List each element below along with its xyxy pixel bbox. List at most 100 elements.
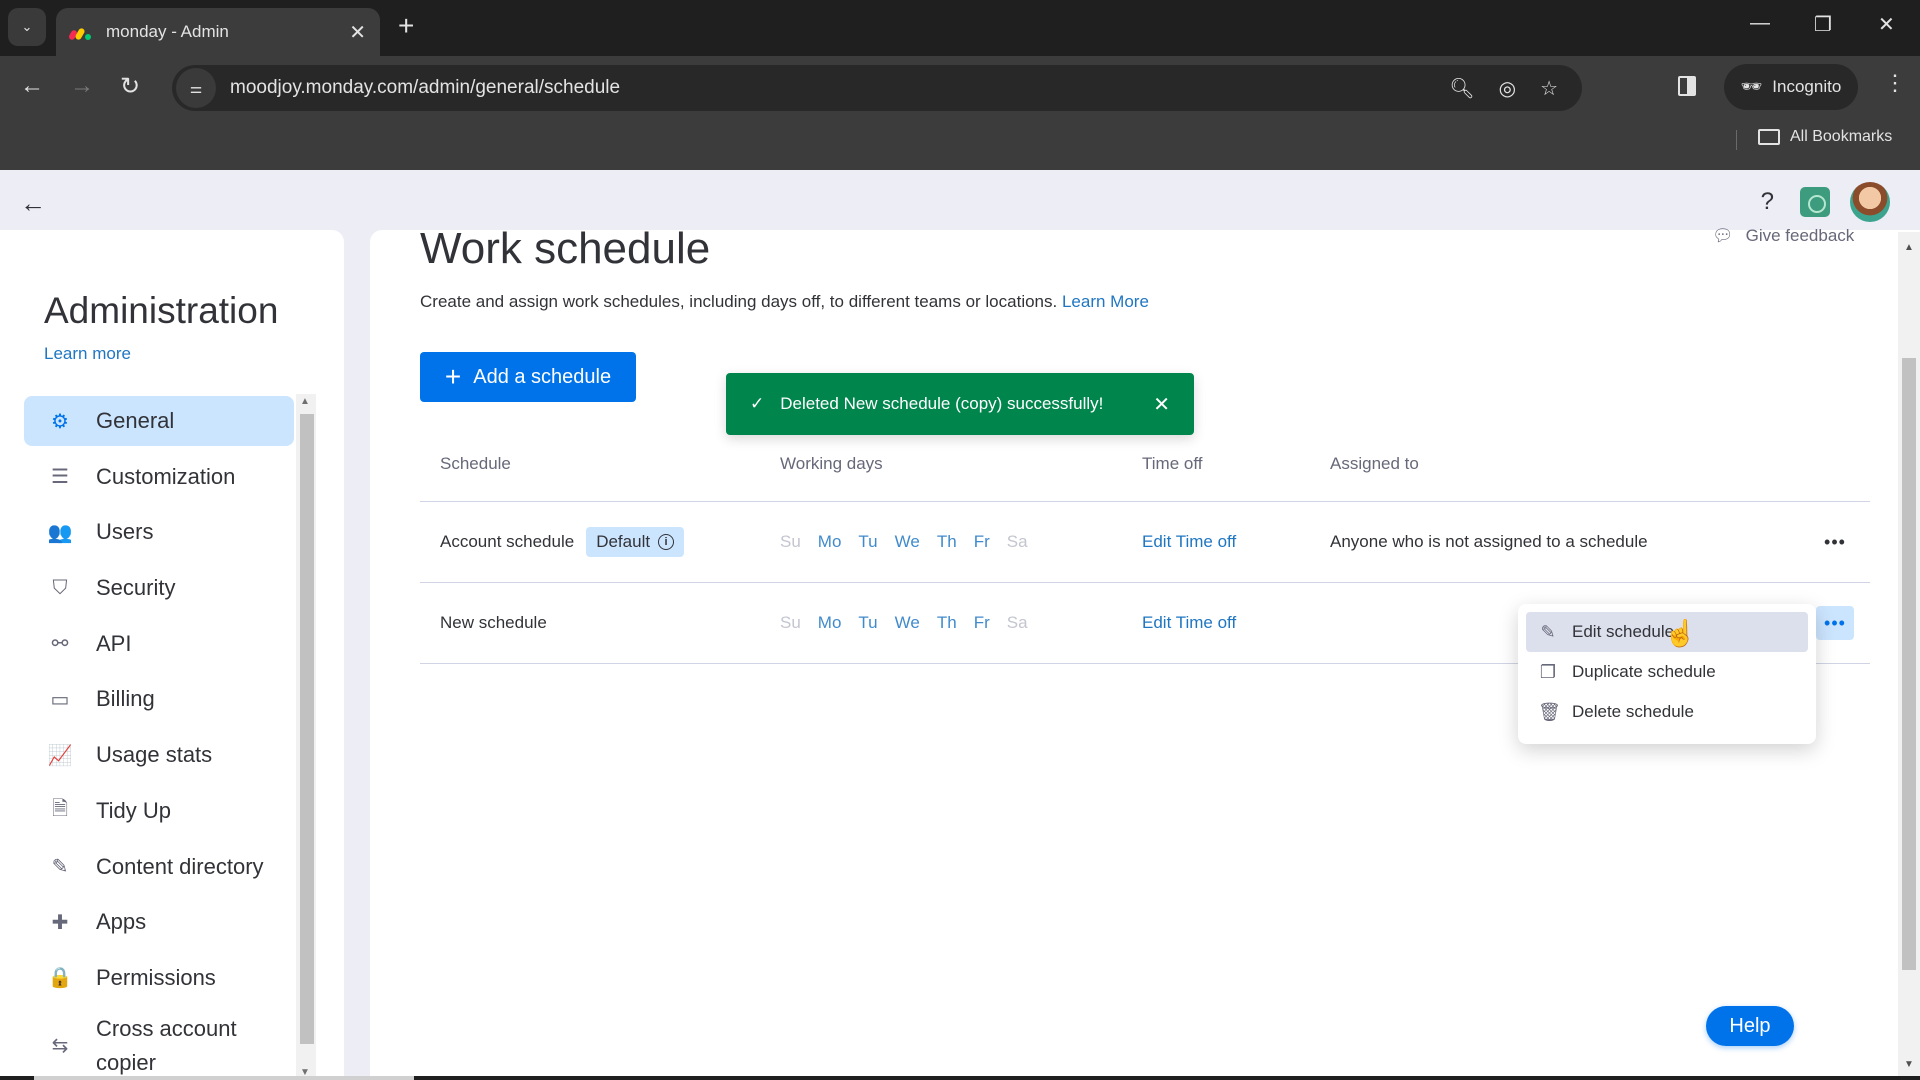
sidebar-scrollbar[interactable]: ▲ ▼ — [296, 394, 316, 1080]
browser-menu-icon[interactable]: ⋮ — [1884, 70, 1906, 96]
default-badge: Default i — [586, 527, 685, 557]
hand-cursor-icon: ☝ — [1664, 618, 1697, 648]
sidebar-scrollbar-thumb[interactable] — [300, 414, 314, 1044]
sidebar-item-security[interactable]: ⛉ Security — [24, 563, 294, 613]
sliders-icon: ☰ — [51, 466, 69, 489]
toast-close-icon[interactable]: ✕ — [1153, 392, 1170, 417]
sidebar-item-apps[interactable]: ✚ Apps — [24, 897, 294, 947]
help-icon[interactable]: ? — [1761, 188, 1774, 216]
sidebar-item-permissions[interactable]: 🔒 Permissions — [24, 953, 294, 1003]
sidebar-item-general[interactable]: ⚙ General — [24, 396, 294, 446]
help-button[interactable]: Help — [1706, 1006, 1794, 1046]
day-th: Th — [936, 613, 957, 632]
working-days: Su Mo Tu We Th Fr Sa — [774, 613, 1142, 633]
scroll-down-arrow-icon[interactable]: ▼ — [1904, 1059, 1914, 1070]
zoom-icon[interactable]: 🔍︎ — [1449, 76, 1474, 101]
menu-item-delete-schedule[interactable]: 🗑 Delete schedule — [1526, 692, 1808, 732]
schedule-name[interactable]: Account schedule — [440, 532, 574, 552]
sidebar-title: Administration — [44, 290, 279, 331]
table-header: Schedule Working days Time off Assigned … — [420, 426, 1870, 502]
schedule-name[interactable]: New schedule — [440, 613, 547, 633]
address-bar[interactable]: ⚌ moodjoy.monday.com/admin/general/sched… — [172, 65, 1582, 111]
incognito-label: Incognito — [1772, 77, 1842, 96]
header-time-off: Time off — [1142, 453, 1203, 473]
url-text[interactable]: moodjoy.monday.com/admin/general/schedul… — [230, 77, 1449, 99]
incognito-badge[interactable]: 🕶 Incognito — [1724, 64, 1858, 110]
menu-item-duplicate-schedule[interactable]: ❐ Duplicate schedule — [1526, 652, 1808, 692]
sidebar-item-content-directory[interactable]: ✎ Content directory — [24, 842, 294, 892]
workspace-app-icon[interactable] — [1800, 187, 1830, 217]
more-actions-icon[interactable]: ••• — [1816, 606, 1854, 640]
user-avatar[interactable] — [1850, 182, 1890, 222]
restore-button[interactable]: ❐ — [1814, 12, 1832, 37]
menu-item-label: Edit schedule — [1572, 622, 1675, 641]
sidebar-item-customization[interactable]: ☰ Customization — [24, 452, 294, 502]
site-info-icon[interactable]: ⚌ — [176, 68, 216, 108]
main-scrollbar-thumb[interactable] — [1902, 358, 1916, 970]
all-bookmarks-button[interactable]: All Bookmarks — [1758, 128, 1892, 146]
day-th: Th — [936, 532, 957, 551]
day-sa: Sa — [1006, 613, 1028, 632]
lock-icon: 🔒 — [47, 967, 73, 990]
sidebar-item-label: Content directory — [96, 853, 264, 879]
horizontal-scrollbar[interactable] — [34, 1076, 414, 1080]
duplicate-icon: ❐ — [1539, 661, 1557, 682]
learn-more-link[interactable]: Learn More — [1062, 292, 1149, 311]
table-row[interactable]: Account schedule Default i Su Mo Tu We Th Fr Sa Ed… — [420, 502, 1870, 583]
browser-tab[interactable]: monday - Admin ✕ — [56, 8, 380, 56]
day-tu: Tu — [858, 613, 878, 632]
close-window-button[interactable]: ✕ — [1878, 12, 1895, 37]
sidebar-item-tidy-up[interactable]: 🗎 Tidy Up — [24, 786, 294, 836]
add-schedule-button[interactable]: + Add a schedule — [420, 352, 636, 402]
sidebar-item-usage-stats[interactable]: 📈 Usage stats — [24, 730, 294, 780]
back-arrow-icon[interactable]: ← — [20, 188, 46, 219]
sidebar-item-label: Billing — [96, 686, 155, 712]
assigned-to: Anyone who is not assigned to a schedule — [1330, 532, 1648, 551]
all-bookmarks-label: All Bookmarks — [1790, 128, 1893, 145]
sidebar-item-label: Tidy Up — [96, 797, 171, 823]
new-tab-button[interactable]: + — [398, 10, 414, 42]
incognito-icon: 🕶 — [1740, 77, 1763, 96]
edit-time-off-link[interactable]: Edit Time off — [1142, 532, 1330, 552]
folder-icon — [1758, 129, 1780, 145]
more-actions-icon[interactable]: ••• — [1800, 532, 1870, 553]
sidebar-item-label: Apps — [96, 909, 147, 935]
scroll-up-arrow-icon[interactable]: ▲ — [1904, 242, 1914, 253]
header-working-days: Working days — [780, 453, 883, 473]
sidebar-item-cross-account-copier[interactable]: ⇆ Cross account copier — [24, 1009, 294, 1080]
monday-logo-icon — [67, 24, 92, 41]
side-panel-icon[interactable] — [1678, 76, 1696, 96]
main-scrollbar[interactable]: ▲ ▼ — [1898, 232, 1920, 1080]
toast-message: Deleted New schedule (copy) successfully… — [780, 394, 1104, 413]
sidebar-item-billing[interactable]: ▭ Billing — [24, 674, 294, 724]
learn-more-link[interactable]: Learn more — [44, 344, 131, 364]
info-icon[interactable]: i — [658, 534, 675, 550]
chevron-down-icon: ⌄ — [21, 19, 33, 34]
working-days: Su Mo Tu We Th Fr Sa — [774, 532, 1142, 552]
day-su: Su — [780, 613, 801, 632]
star-icon[interactable]: ☆ — [1540, 76, 1558, 101]
give-feedback-label: Give feedback — [1745, 226, 1855, 245]
sidebar-item-api[interactable]: ⚯ API — [24, 619, 294, 669]
give-feedback-button[interactable]: 💬︎ Give feedback — [1712, 226, 1854, 246]
day-su: Su — [780, 532, 801, 551]
forward-button[interactable]: → — [70, 72, 94, 100]
swap-arrows-icon: ⇆ — [51, 1035, 69, 1058]
sidebar-item-label: Permissions — [96, 964, 216, 990]
tab-close-icon[interactable]: ✕ — [349, 20, 366, 45]
gear-icon: ⚙ — [51, 410, 69, 433]
minimize-button[interactable]: — — [1750, 12, 1770, 35]
reload-button[interactable]: ↻ — [120, 72, 140, 101]
users-icon: 👥 — [47, 521, 73, 544]
description-text: Create and assign work schedules, includ… — [420, 292, 1058, 311]
eye-off-icon[interactable]: ◎ — [1499, 76, 1516, 101]
shield-icon: ⛉ — [52, 576, 68, 599]
scroll-up-arrow-icon[interactable]: ▲ — [300, 396, 310, 407]
sidebar-item-users[interactable]: 👥 Users — [24, 507, 294, 557]
sidebar-item-label: Cross account copier — [96, 1015, 237, 1075]
back-button[interactable]: ← — [20, 72, 44, 100]
tab-search-button[interactable]: ⌄ — [8, 8, 46, 46]
sidebar-item-label: Usage stats — [96, 742, 213, 768]
plus-icon: + — [444, 361, 462, 392]
edit-time-off-link[interactable]: Edit Time off — [1142, 613, 1330, 633]
